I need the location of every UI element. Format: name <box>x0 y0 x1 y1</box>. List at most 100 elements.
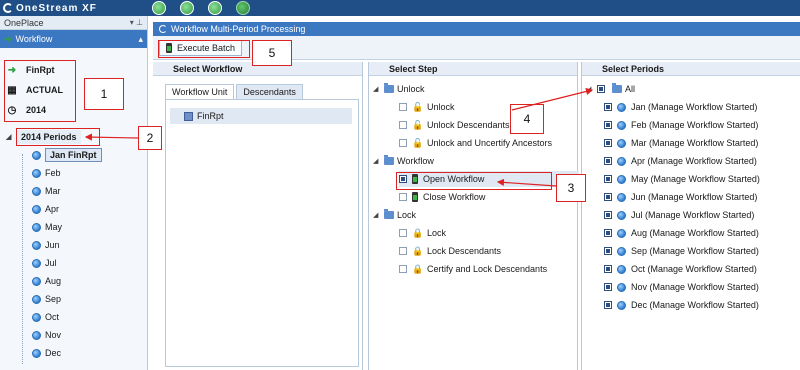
step-label: Lock <box>427 228 447 238</box>
network-icon[interactable] <box>180 1 194 15</box>
all-label: All <box>625 84 636 94</box>
collapse-triangle-icon[interactable]: ◢ <box>6 133 14 141</box>
month-label: Oct <box>45 312 60 322</box>
period-item-oct[interactable]: Oct (Manage Workflow Started) <box>604 260 757 278</box>
period-item-jan[interactable]: Jan (Manage Workflow Started) <box>604 98 757 116</box>
step-unlock-uncertify-ancestors[interactable]: 🔓 Unlock and Uncertify Ancestors <box>399 135 579 151</box>
collapse-triangle-icon[interactable]: ◢ <box>586 85 594 93</box>
unlock-icon: 🔓 <box>412 101 424 112</box>
period-label: Oct (Manage Workflow Started) <box>631 264 757 274</box>
oneplace-header: OnePlace ▾ ⊥ <box>0 16 147 30</box>
workflow-unit-item[interactable]: FinRpt <box>170 108 352 124</box>
step-checkbox[interactable] <box>399 229 407 237</box>
step-checkbox[interactable] <box>399 121 407 129</box>
annotation-callout-1: 1 <box>84 78 124 110</box>
period-checkbox[interactable] <box>604 229 612 237</box>
tab-descendants[interactable]: Descendants <box>236 84 303 100</box>
tree-guide-line <box>22 154 23 364</box>
step-checkbox[interactable] <box>399 193 407 201</box>
step-unlock[interactable]: 🔓 Unlock <box>399 99 579 115</box>
step-label: Certify and Lock Descendants <box>427 264 548 274</box>
status-dot-icon <box>32 150 41 160</box>
status-dot-icon <box>32 168 41 178</box>
collapse-triangle-icon[interactable]: ◢ <box>373 85 381 93</box>
status-dot-icon <box>617 228 626 238</box>
step-unlock-descendants[interactable]: 🔓 Unlock Descendants <box>399 117 579 133</box>
status-dot-icon <box>617 120 626 130</box>
period-checkbox[interactable] <box>604 301 612 309</box>
step-checkbox[interactable] <box>399 265 407 273</box>
period-item-may[interactable]: May (Manage Workflow Started) <box>604 170 760 188</box>
month-label: Apr <box>45 204 60 214</box>
period-checkbox[interactable] <box>604 121 612 129</box>
status-dot-icon <box>32 240 41 250</box>
period-tree: ◢ 2014 Periods Jan FinRpt Feb Mar Apr Ma… <box>0 128 147 364</box>
period-checkbox[interactable] <box>604 247 612 255</box>
pin-icon[interactable]: ▾ ⊥ <box>130 18 143 27</box>
month-label: Jul <box>45 258 57 268</box>
step-checkbox[interactable] <box>399 139 407 147</box>
status-dot-icon <box>32 312 41 322</box>
status-dot-icon <box>617 246 626 256</box>
periods-all[interactable]: ◢ All <box>586 81 635 97</box>
period-item-feb[interactable]: Feb (Manage Workflow Started) <box>604 116 758 134</box>
period-label: Dec (Manage Workflow Started) <box>631 300 759 310</box>
period-item-aug[interactable]: Aug (Manage Workflow Started) <box>604 224 759 242</box>
step-group-lock[interactable]: ◢ Lock <box>373 207 416 223</box>
step-label: Close Workflow <box>423 192 486 202</box>
back-icon[interactable] <box>152 1 166 15</box>
step-checkbox[interactable] <box>399 103 407 111</box>
step-lock-descendants[interactable]: 🔒 Lock Descendants <box>399 243 579 259</box>
period-item-dec[interactable]: Dec (Manage Workflow Started) <box>604 296 759 314</box>
circle-icon[interactable] <box>236 1 250 15</box>
step-checkbox[interactable] <box>399 247 407 255</box>
step-group-workflow[interactable]: ◢ Workflow <box>373 153 434 169</box>
collapse-triangle-icon[interactable]: ◢ <box>373 157 381 165</box>
period-label: Jun (Manage Workflow Started) <box>631 192 758 202</box>
gear-icon[interactable] <box>208 1 222 15</box>
period-checkbox[interactable] <box>604 103 612 111</box>
period-checkbox[interactable] <box>604 211 612 219</box>
period-item-jun[interactable]: Jun (Manage Workflow Started) <box>604 188 757 206</box>
folder-icon <box>384 209 394 219</box>
status-dot-icon <box>32 204 41 214</box>
status-dot-icon <box>617 102 626 112</box>
step-lock[interactable]: 🔒 Lock <box>399 225 579 241</box>
period-checkbox[interactable] <box>604 283 612 291</box>
period-item-apr[interactable]: Apr (Manage Workflow Started) <box>604 152 757 170</box>
period-checkbox[interactable] <box>604 265 612 273</box>
page-title: Workflow Multi-Period Processing <box>171 24 306 34</box>
folder-icon <box>384 83 394 93</box>
period-checkbox[interactable] <box>604 139 612 147</box>
step-close-workflow[interactable]: Close Workflow <box>399 189 579 205</box>
period-item-sep[interactable]: Sep (Manage Workflow Started) <box>604 242 759 260</box>
period-item-jul[interactable]: Jul (Manage Workflow Started) <box>604 206 754 224</box>
annotation-callout-4: 4 <box>510 104 544 134</box>
period-checkbox[interactable] <box>604 175 612 183</box>
workflow-section-label: Workflow <box>15 34 53 44</box>
annotation-callout-5: 5 <box>252 40 292 66</box>
step-group-unlock[interactable]: ◢ Unlock <box>373 81 425 97</box>
folder-icon <box>384 155 394 165</box>
collapse-chevron-icon[interactable]: ▴ <box>138 34 143 45</box>
all-checkbox[interactable] <box>597 85 605 93</box>
period-item-nov[interactable]: Nov (Manage Workflow Started) <box>604 278 759 296</box>
app-logo: OneStream XF <box>3 1 97 15</box>
step-certify-lock-descendants[interactable]: 🔒 Certify and Lock Descendants <box>399 261 579 277</box>
collapse-triangle-icon[interactable]: ◢ <box>373 211 381 219</box>
annotation-callout-3: 3 <box>556 174 586 202</box>
month-label: Jan FinRpt <box>45 148 102 162</box>
period-item-mar[interactable]: Mar (Manage Workflow Started) <box>604 134 758 152</box>
oneplace-label: OnePlace <box>4 17 44 28</box>
period-checkbox[interactable] <box>604 193 612 201</box>
period-label: Mar (Manage Workflow Started) <box>631 138 759 148</box>
status-dot-icon <box>617 300 626 310</box>
green-arrow-icon: ➜ <box>4 33 12 44</box>
step-label: Unlock <box>427 102 455 112</box>
cube-icon <box>184 111 193 121</box>
workflow-section-header[interactable]: ➜ Workflow ▴ <box>0 30 147 48</box>
status-dot-icon <box>617 138 626 148</box>
annotation-box-open-workflow <box>396 172 552 190</box>
period-checkbox[interactable] <box>604 157 612 165</box>
tab-workflow-unit[interactable]: Workflow Unit <box>165 84 235 100</box>
